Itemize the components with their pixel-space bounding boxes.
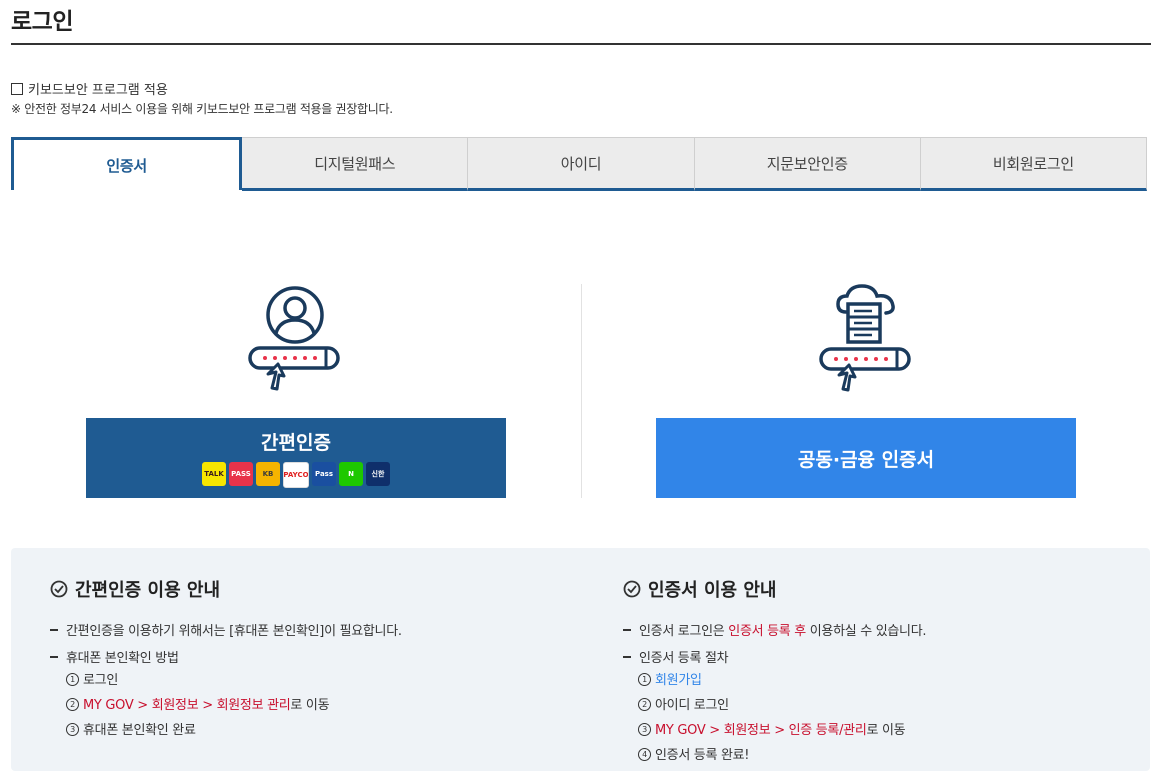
cert-guide-item: 인증서 등록 절차 bbox=[623, 647, 729, 666]
simple-guide-item: 휴대폰 본인확인 방법 bbox=[50, 647, 179, 666]
guide-panel: 간편인증 이용 안내 간편인증을 이용하기 위해서는 [휴대폰 본인확인]이 필… bbox=[11, 548, 1150, 771]
cert-guide-item: 인증서 로그인은 인증서 등록 후 이용하실 수 있습니다. bbox=[623, 620, 927, 639]
tab-guest-login[interactable]: 비회원로그인 bbox=[920, 137, 1148, 191]
simple-auth-label: 간편인증 bbox=[261, 432, 331, 454]
shinhan-icon: 신한 bbox=[366, 462, 390, 486]
tab-fingerprint[interactable]: 지문보안인증 bbox=[694, 137, 921, 191]
keyboard-security-option[interactable]: 키보드보안 프로그램 적용 bbox=[11, 79, 168, 98]
simple-guide-item: 간편인증을 이용하기 위해서는 [휴대폰 본인확인]이 필요합니다. bbox=[50, 620, 402, 639]
cert-guide-step: 2 아이디 로그인 bbox=[638, 694, 729, 713]
cert-guide-step: 4 인증서 등록 완료! bbox=[638, 744, 750, 763]
tab-digital-onepass[interactable]: 디지털원패스 bbox=[242, 137, 469, 191]
cert-guide-title: 인증서 이용 안내 bbox=[648, 580, 777, 601]
naver-icon: N bbox=[339, 462, 363, 486]
payco-icon: PAYCO bbox=[283, 462, 309, 488]
column-divider bbox=[581, 284, 582, 498]
check-circle-icon bbox=[50, 580, 68, 598]
title-divider bbox=[11, 43, 1151, 45]
simple-auth-button[interactable]: 간편인증 TALK PASS KB PAYCO Pass N 신한 bbox=[86, 418, 506, 498]
kb-icon: KB bbox=[256, 462, 280, 486]
provider-badges: TALK PASS KB PAYCO Pass N 신한 bbox=[202, 462, 390, 488]
samsung-pass-icon: Pass bbox=[312, 462, 336, 486]
simple-auth-icon bbox=[246, 284, 342, 398]
simple-guide-step: 2 MY GOV > 회원정보 > 회원정보 관리로 이동 bbox=[66, 694, 330, 713]
certificate-icon bbox=[816, 282, 914, 398]
certificate-login-button[interactable]: 공동·금융 인증서 bbox=[656, 418, 1076, 498]
simple-guide-heading: 간편인증 이용 안내 bbox=[50, 576, 220, 602]
keyboard-security-label: 키보드보안 프로그램 적용 bbox=[28, 83, 168, 98]
cert-guide-step: 1 회원가입 bbox=[638, 669, 702, 688]
check-circle-icon bbox=[623, 580, 641, 598]
cert-guide-heading: 인증서 이용 안내 bbox=[623, 576, 776, 602]
simple-guide-step: 3 휴대폰 본인확인 완료 bbox=[66, 719, 196, 738]
tab-id[interactable]: 아이디 bbox=[468, 137, 695, 191]
login-method-tabs: 인증서 디지털원패스 아이디 지문보안인증 비회원로그인 bbox=[11, 137, 1148, 191]
keyboard-security-notice: ※ 안전한 정부24 서비스 이용을 위해 키보드보안 프로그램 적용을 권장합… bbox=[11, 102, 393, 116]
cert-guide-step: 3 MY GOV > 회원정보 > 인증 등록/관리로 이동 bbox=[638, 719, 906, 738]
signup-link[interactable]: 회원가입 bbox=[655, 673, 702, 688]
certificate-login-label: 공동·금융 인증서 bbox=[797, 448, 935, 471]
page-title: 로그인 bbox=[11, 9, 73, 35]
kakao-icon: TALK bbox=[202, 462, 226, 486]
keyboard-security-checkbox[interactable] bbox=[11, 82, 23, 95]
simple-guide-step: 1 로그인 bbox=[66, 669, 118, 688]
tab-certificate[interactable]: 인증서 bbox=[11, 137, 243, 190]
pass-icon: PASS bbox=[229, 462, 253, 486]
simple-guide-title: 간편인증 이용 안내 bbox=[75, 580, 221, 601]
